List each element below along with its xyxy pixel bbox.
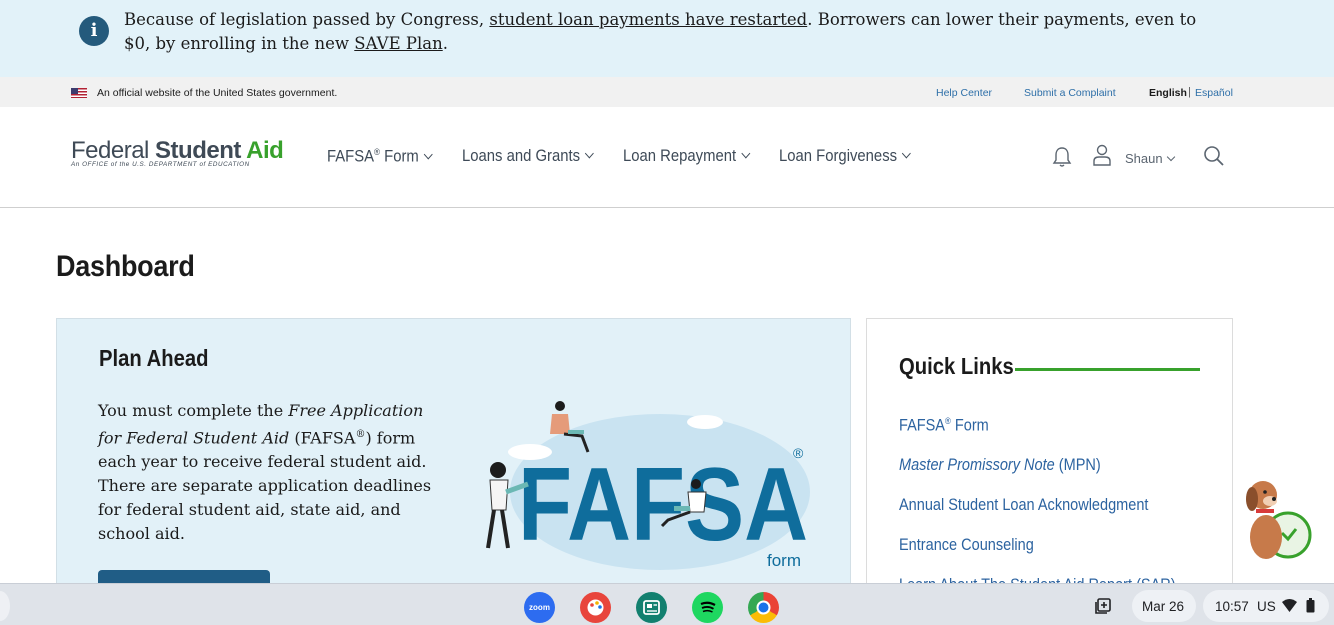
- battery-icon: [1306, 598, 1315, 613]
- quick-link-mpn[interactable]: Master Promissory Note (MPN): [899, 456, 1101, 475]
- cloud-shape: [687, 415, 723, 429]
- quick-links-divider: [1015, 368, 1200, 371]
- user-icon[interactable]: [1092, 144, 1112, 166]
- bell-icon[interactable]: [1052, 146, 1072, 168]
- nav-loan-repayment[interactable]: Loan Repayment: [623, 147, 751, 166]
- chrome-app-icon[interactable]: [748, 592, 779, 623]
- zoom-label: zoom: [529, 603, 550, 612]
- nav-label-suffix: Form: [380, 147, 419, 166]
- chevron-down-icon: [423, 149, 433, 159]
- tray-date: Mar 26: [1142, 599, 1185, 614]
- logo-aid: Aid: [246, 137, 284, 164]
- zoom-app-icon[interactable]: zoom: [524, 592, 555, 623]
- user-menu[interactable]: Shaun: [1125, 151, 1175, 166]
- help-center-link[interactable]: Help Center: [936, 87, 992, 99]
- color-palette-app-icon[interactable]: [580, 592, 611, 623]
- nav-fafsa-form[interactable]: FAFSA® Form: [327, 147, 433, 167]
- tray-time: 10:57: [1215, 599, 1249, 614]
- quick-link-fafsa-form[interactable]: FAFSA® Form: [899, 416, 989, 436]
- search-icon[interactable]: [1203, 145, 1225, 167]
- plan-ahead-body: You must complete the Free Application f…: [98, 399, 448, 546]
- fafsa-registered-mark: ®: [793, 445, 804, 461]
- chevron-down-icon: [585, 148, 594, 159]
- alert-message: Because of legislation passed by Congres…: [124, 8, 1224, 56]
- language-spanish-link[interactable]: Español: [1195, 87, 1233, 99]
- body-text: You must complete the: [98, 401, 289, 420]
- palette-icon: [587, 599, 604, 616]
- link-text-emphasis: Master Promissory Note: [899, 456, 1055, 474]
- news-icon: [643, 600, 660, 615]
- official-site-text: An official website of the United States…: [97, 87, 338, 99]
- spotify-app-icon[interactable]: [692, 592, 723, 623]
- us-flag-icon: [71, 88, 87, 98]
- link-text: (MPN): [1054, 456, 1101, 474]
- nav-label: FAFSA: [327, 147, 375, 166]
- nav-loans-and-grants[interactable]: Loans and Grants: [462, 147, 594, 166]
- nav-label: Loans and Grants: [462, 147, 581, 165]
- logo-subtitle: An OFFICE of the U.S. DEPARTMENT of EDUC…: [71, 161, 250, 168]
- logo-student: Student: [155, 137, 247, 164]
- fafsa-illustration: FAFSA ® form: [486, 401, 810, 570]
- save-plan-link[interactable]: SAVE Plan: [354, 34, 442, 53]
- alert-text-part: .: [442, 34, 448, 53]
- alert-text-part: Because of legislation passed by Congres…: [124, 10, 490, 29]
- restarted-payments-link[interactable]: student loan payments have restarted: [489, 10, 807, 29]
- link-text: FAFSA: [899, 416, 945, 435]
- chrome-icon: [756, 600, 771, 615]
- fafsa-logo-text: FAFSA: [518, 447, 808, 563]
- nav-label: Loan Repayment: [623, 147, 737, 165]
- info-icon: i: [79, 16, 109, 46]
- link-text: Form: [950, 416, 989, 435]
- chevron-down-icon: [741, 148, 751, 159]
- quick-link-annual-acknowledgment[interactable]: Annual Student Loan Acknowledgment: [899, 496, 1148, 515]
- quick-links-title: Quick Links: [899, 353, 1014, 379]
- logo-federal: Federal: [71, 137, 156, 164]
- spotify-icon: [700, 601, 716, 613]
- quick-link-entrance-counseling[interactable]: Entrance Counseling: [899, 536, 1034, 555]
- language-english[interactable]: English: [1149, 87, 1187, 99]
- registered-mark: ®: [355, 429, 366, 440]
- screen-capture-icon[interactable]: [1094, 597, 1112, 615]
- user-name: Shaun: [1125, 151, 1163, 166]
- body-text: (FAFSA: [289, 428, 356, 448]
- nav-loan-forgiveness[interactable]: Loan Forgiveness: [779, 147, 911, 166]
- fafsa-form-label: form: [767, 551, 801, 570]
- chevron-down-icon: [1166, 152, 1175, 162]
- news-reader-app-icon[interactable]: [636, 592, 667, 623]
- submit-complaint-link[interactable]: Submit a Complaint: [1024, 87, 1116, 99]
- page-title: Dashboard: [56, 250, 195, 283]
- nav-label: Loan Forgiveness: [779, 147, 898, 165]
- tray-input-method: US: [1257, 599, 1276, 614]
- wifi-icon: [1282, 599, 1297, 612]
- plan-ahead-title: Plan Ahead: [99, 345, 209, 371]
- dog-assistant-icon[interactable]: [1238, 475, 1318, 565]
- chevron-down-icon: [902, 148, 911, 159]
- language-separator: |: [1188, 86, 1191, 98]
